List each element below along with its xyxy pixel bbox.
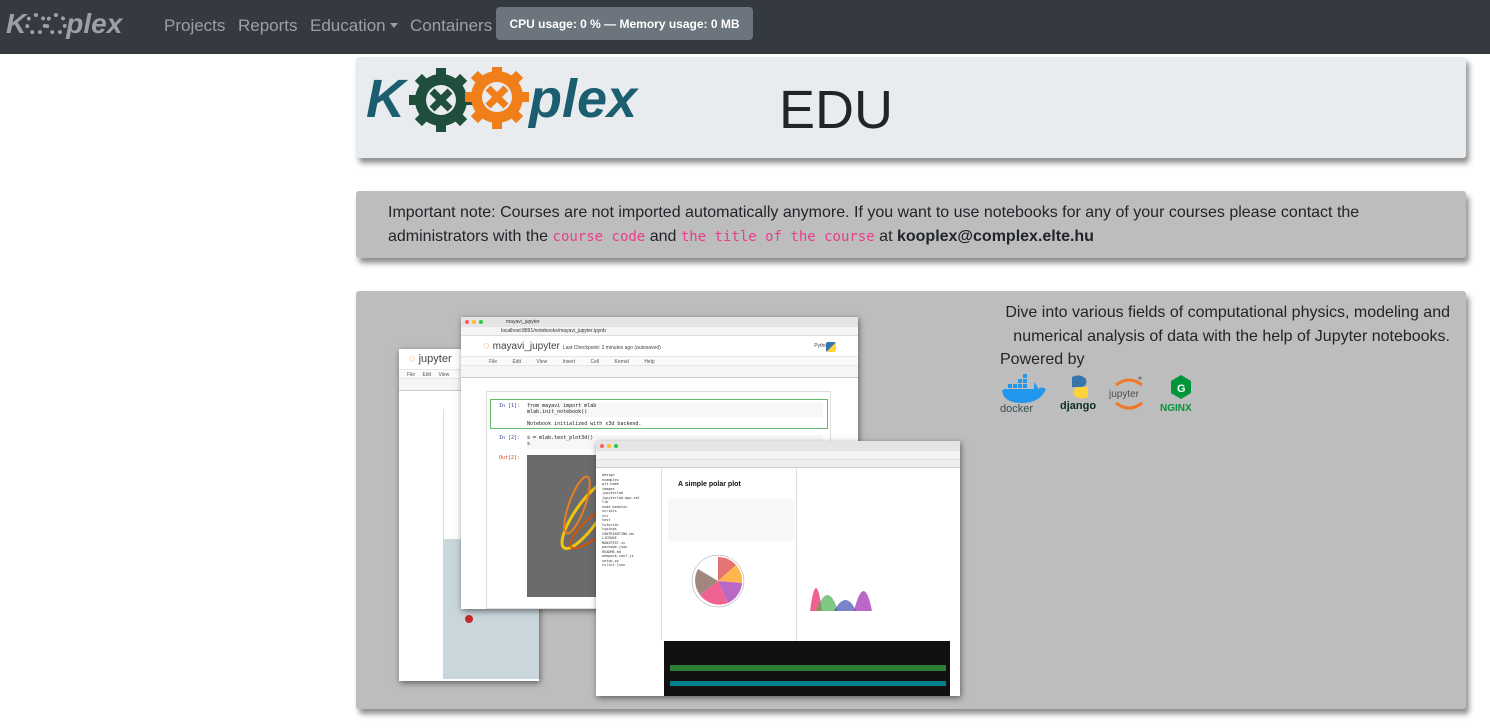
cell1-prompt: In [1]: xyxy=(499,403,521,409)
jupyterlab-window: design examples git-home images jupyterl… xyxy=(596,441,960,696)
nav-education[interactable]: Education xyxy=(310,16,398,36)
jupyter-screenshot-collage: ◌ jupyter File Edit View mayavi_jupyter … xyxy=(396,303,961,703)
note-at: at xyxy=(879,228,893,245)
histogram-plot xyxy=(810,588,872,611)
gear-icon xyxy=(45,13,68,35)
nginx-logo: G NGINX xyxy=(1160,375,1192,413)
svg-text:K: K xyxy=(366,69,409,129)
polar-plot xyxy=(691,554,745,608)
course-code-label: course code xyxy=(552,229,646,245)
course-title-label: the title of the course xyxy=(680,229,875,245)
checkpoint-status: Last Checkpoint: 2 minutes ago (autosave… xyxy=(562,345,661,351)
cell2-prompt: In [2]: xyxy=(499,435,521,441)
caret-down-icon xyxy=(389,23,398,28)
svg-text:docker: docker xyxy=(1000,403,1033,413)
svg-text:jupyter: jupyter xyxy=(1108,389,1140,400)
back-jupyter-label: jupyter xyxy=(418,353,452,365)
django-logo: django xyxy=(1060,375,1096,412)
gear-icon xyxy=(25,13,48,35)
nav-education-label: Education xyxy=(310,16,386,35)
page-title: EDU xyxy=(779,80,894,140)
svg-text:plex: plex xyxy=(527,69,639,129)
browser-url: localhost:8891/notebooks/mayavi_jupyter.… xyxy=(461,327,858,336)
jupyter-logo: ◌ xyxy=(483,340,490,352)
brand-logo[interactable]: Kplex xyxy=(6,8,122,40)
top-navbar: Kplex Projects Reports Education Contain… xyxy=(0,0,1490,54)
python-icon xyxy=(826,342,836,352)
contact-email: kooplex@complex.elte.hu xyxy=(896,228,1094,245)
cell1-output: Notebook initialized with x3d backend. xyxy=(527,421,642,427)
intro-description: Dive into various fields of computationa… xyxy=(1005,304,1450,345)
lab-notebook-heading: A simple polar plot xyxy=(678,481,741,488)
jupyter-logo: ◌ xyxy=(409,353,416,365)
powered-by-logos: docker django jupyter G NGINX xyxy=(1000,373,1202,413)
nav-reports[interactable]: Reports xyxy=(238,16,298,36)
svg-text:G: G xyxy=(1177,383,1186,395)
header-card: K plex EDU xyxy=(356,57,1466,158)
terminal-panel xyxy=(664,641,950,696)
powered-by-label: Powered by xyxy=(1000,351,1085,368)
notebook-menu: File Edit View Insert Cell Kernel Help xyxy=(461,356,858,366)
notebook-toolbar xyxy=(461,366,858,378)
svg-text:django: django xyxy=(1060,400,1096,412)
file-browser-list: design examples git-home images jupyterl… xyxy=(602,473,640,567)
intro-card: ◌ jupyter File Edit View mayavi_jupyter … xyxy=(356,291,1466,709)
jupyter-logo: jupyter xyxy=(1108,376,1143,410)
note-and: and xyxy=(649,228,677,245)
nav-containers[interactable]: Containers xyxy=(410,16,492,36)
kooplex-logo: K plex xyxy=(366,67,639,132)
out2-prompt: Out[2]: xyxy=(499,455,521,461)
nav-projects[interactable]: Projects xyxy=(164,16,225,36)
important-note: Important note: Courses are not imported… xyxy=(388,201,1388,249)
docker-logo: docker xyxy=(1000,374,1046,413)
cell1-code: from mayavi import mlab mlab.init_notebo… xyxy=(527,403,823,417)
notebook-title: mayavi_jupyter xyxy=(492,341,560,352)
browser-tab-title: mayavi_jupyter xyxy=(506,319,540,325)
svg-text:NGINX: NGINX xyxy=(1160,403,1192,413)
usage-button[interactable]: CPU usage: 0 % — Memory usage: 0 MB xyxy=(496,7,753,40)
important-note-card: Important note: Courses are not imported… xyxy=(356,191,1466,258)
